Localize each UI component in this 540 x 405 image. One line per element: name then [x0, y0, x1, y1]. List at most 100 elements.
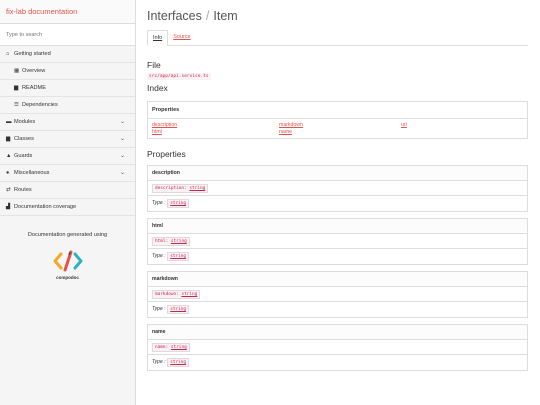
- property-signature: description: string: [148, 181, 527, 196]
- type-value: string: [170, 201, 187, 206]
- breadcrumb-item: Item: [213, 9, 238, 23]
- index-link-name[interactable]: name: [279, 129, 401, 135]
- sidebar-item-label: Guards: [14, 152, 33, 159]
- sidebar-item-routes[interactable]: ⇄ Routes: [0, 182, 135, 199]
- type-label: Type :: [152, 200, 166, 206]
- type-label: Type :: [152, 306, 166, 312]
- sidebar-item-label: README: [22, 84, 46, 91]
- cube-icon: ●: [6, 169, 10, 176]
- breadcrumb-interfaces: Interfaces: [147, 9, 202, 23]
- chevron-down-icon: ⌄: [119, 153, 125, 159]
- chevron-down-icon: ⌄: [119, 170, 125, 176]
- compodoc-logo-icon: [53, 250, 82, 272]
- signature-type-link[interactable]: string: [189, 186, 205, 191]
- signature-code: html: string: [152, 237, 190, 246]
- type-label: Type :: [152, 253, 166, 259]
- brand-title[interactable]: fix-lab documentation: [0, 0, 135, 24]
- bar-chart-icon: ▟: [6, 203, 11, 210]
- sidebar-item-modules[interactable]: ▬ Modules ⌄: [0, 114, 135, 131]
- routes-icon: ⇄: [6, 186, 11, 193]
- property-name: name: [148, 325, 527, 340]
- chevron-down-icon: ⌄: [119, 119, 125, 125]
- signature-code: markdown: string: [152, 290, 201, 299]
- property-block-html: html html: string Type : string: [147, 218, 528, 265]
- sidebar-item-classes[interactable]: ▆ Classes ⌄: [0, 131, 135, 148]
- type-link[interactable]: string: [167, 305, 190, 314]
- sidebar-item-label: Getting started: [14, 50, 51, 57]
- type-value: string: [170, 360, 187, 365]
- tab-bar: Info Source: [147, 30, 528, 46]
- index-links: description markdown url html name: [148, 119, 527, 138]
- page-title: Interfaces / Item: [147, 0, 530, 30]
- home-icon: ⌂: [6, 50, 10, 57]
- file-heading: File: [147, 60, 161, 70]
- index-link-html[interactable]: html: [152, 129, 279, 135]
- sidebar-item-label: Overview: [22, 67, 46, 74]
- logo-text: compodoc: [56, 275, 79, 280]
- module-icon: ▬: [6, 118, 12, 125]
- type-link[interactable]: string: [167, 199, 190, 208]
- sidebar-item-label: Documentation coverage: [14, 203, 77, 210]
- signature-name: markdown: [155, 292, 177, 297]
- grid-icon: ▦: [14, 67, 20, 74]
- tab-info[interactable]: Info: [147, 30, 169, 46]
- list-icon: ☰: [14, 101, 19, 108]
- index-link-url[interactable]: url: [401, 122, 523, 128]
- sidebar-item-miscellaneous[interactable]: ● Miscellaneous ⌄: [0, 165, 135, 182]
- signature-code: description: string: [152, 184, 209, 193]
- index-heading: Index: [147, 83, 168, 93]
- index-link-description[interactable]: description: [152, 122, 279, 128]
- index-properties-heading: Properties: [148, 102, 527, 119]
- index-table: Properties description markdown url html…: [147, 101, 528, 139]
- signature-type-link[interactable]: string: [181, 292, 197, 297]
- sidebar-item-overview[interactable]: ▦ Overview: [0, 63, 135, 80]
- breadcrumb-separator: /: [205, 9, 210, 23]
- property-signature: name: string: [148, 340, 527, 355]
- index-link-markdown[interactable]: markdown: [279, 122, 401, 128]
- file-icon: ▆: [6, 135, 11, 142]
- sidebar-item-label: Modules: [14, 118, 36, 125]
- signature-type-link[interactable]: string: [171, 345, 187, 350]
- property-type-row: Type : string: [148, 196, 527, 211]
- compodoc-logo[interactable]: compodoc: [48, 250, 88, 280]
- sidebar-item-label: Routes: [14, 186, 32, 193]
- book-icon: ▆: [14, 84, 19, 91]
- property-name: html: [148, 219, 527, 234]
- file-path: src/app/api.service.ts: [147, 73, 211, 80]
- type-value: string: [170, 254, 187, 259]
- property-type-row: Type : string: [148, 249, 527, 264]
- search-box: [0, 24, 135, 46]
- properties-heading: Properties: [147, 149, 186, 159]
- sidebar-item-label: Miscellaneous: [14, 169, 50, 176]
- signature-type-link[interactable]: string: [171, 239, 187, 244]
- sidebar-item-label: Dependencies: [22, 101, 58, 108]
- type-link[interactable]: string: [167, 252, 190, 261]
- shield-icon: ▲: [6, 152, 12, 159]
- signature-code: name: string: [152, 343, 190, 352]
- search-input[interactable]: [0, 24, 135, 45]
- property-name: markdown: [148, 272, 527, 287]
- property-block-name: name name: string Type : string: [147, 324, 528, 371]
- property-type-row: Type : string: [148, 302, 527, 317]
- sidebar-item-readme[interactable]: ▆ README: [0, 80, 135, 97]
- property-name: description: [148, 166, 527, 181]
- signature-name: description: [155, 186, 185, 191]
- sidebar-item-dependencies[interactable]: ☰ Dependencies: [0, 97, 135, 114]
- property-signature: markdown: string: [148, 287, 527, 302]
- signature-name: html: [155, 239, 166, 244]
- sidebar-item-documentation-coverage[interactable]: ▟ Documentation coverage: [0, 199, 135, 216]
- property-signature: html: string: [148, 234, 527, 249]
- generated-using-label: Documentation generated using: [27, 232, 108, 238]
- sidebar-item-getting-started[interactable]: ⌂ Getting started: [0, 46, 135, 63]
- tab-source[interactable]: Source: [168, 30, 195, 46]
- main-content: Interfaces / Item Info Source File src/app…: [137, 0, 540, 405]
- sidebar: fix-lab documentation ⌂ Getting started …: [0, 0, 136, 405]
- sidebar-item-label: Classes: [14, 135, 34, 142]
- sidebar-item-guards[interactable]: ▲ Guards ⌄: [0, 148, 135, 165]
- type-link[interactable]: string: [167, 358, 190, 367]
- property-block-markdown: markdown markdown: string Type : string: [147, 271, 528, 318]
- property-type-row: Type : string: [148, 355, 527, 370]
- property-block-description: description description: string Type : s…: [147, 165, 528, 212]
- type-value: string: [170, 307, 187, 312]
- chevron-down-icon: ⌄: [119, 136, 125, 142]
